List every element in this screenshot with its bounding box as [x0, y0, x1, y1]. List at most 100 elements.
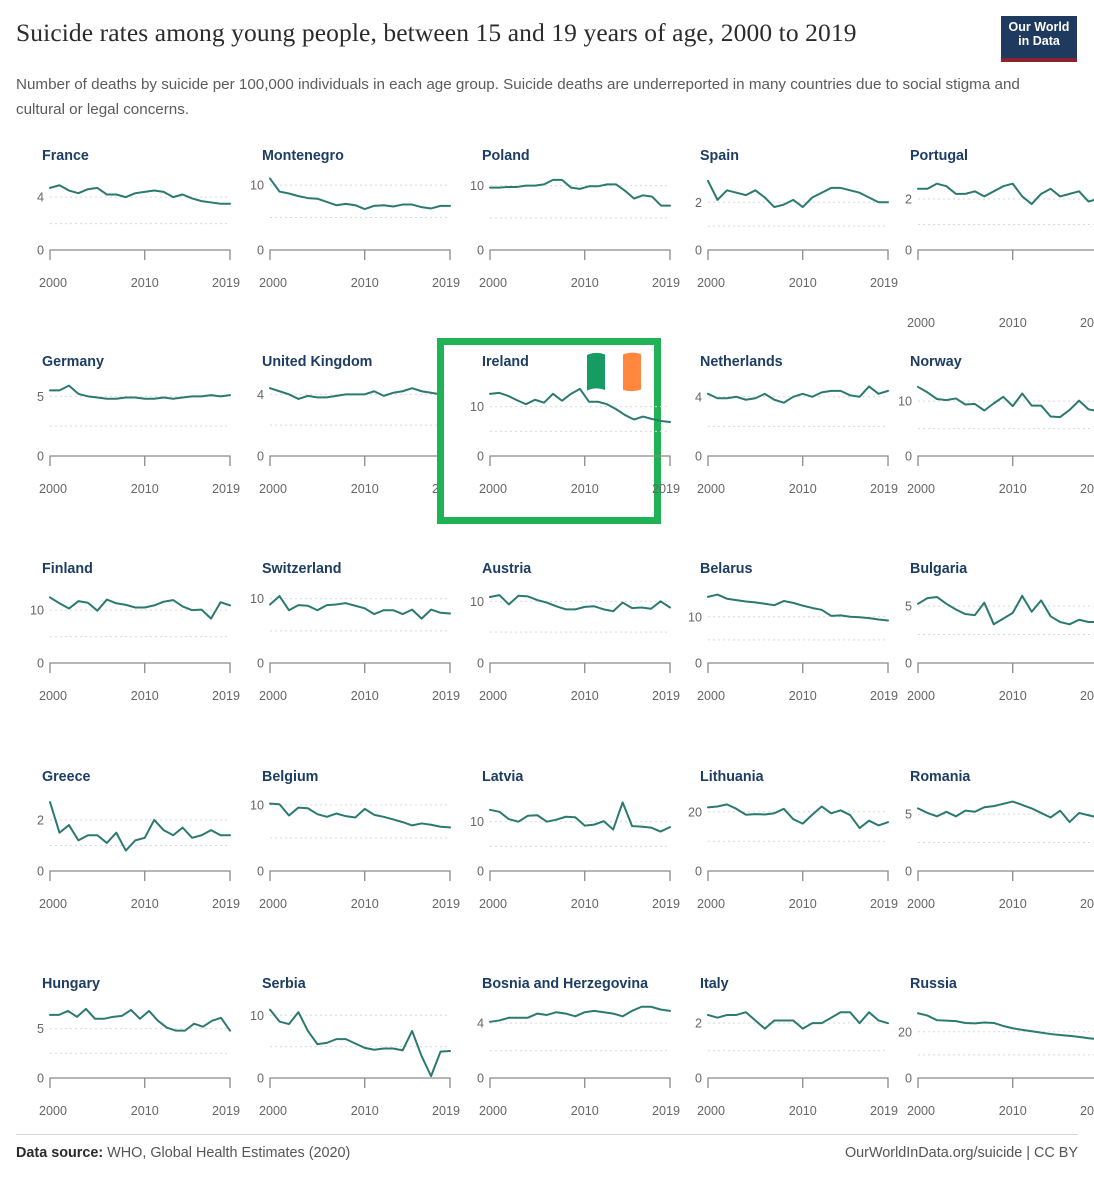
x-tick-label: 2000 — [258, 897, 288, 911]
panel-plot: 20 — [695, 179, 889, 260]
x-axis-labels: 200020102019 — [20, 482, 241, 498]
x-axis-labels: 200020102019 — [20, 276, 241, 292]
x-tick-label: 2019 — [651, 689, 681, 703]
data-source-label: Data source: — [16, 1145, 104, 1161]
y-tick-label: 20 — [688, 805, 702, 819]
x-axis-labels: 200020102019 — [460, 689, 681, 705]
x-tick-label: 2019 — [431, 276, 461, 290]
panel-plot: 10 0 — [250, 592, 451, 673]
panel-title: Greece — [42, 769, 91, 785]
x-tick-label: 2000 — [906, 482, 936, 496]
y-zero-label: 0 — [37, 865, 44, 879]
x-tick-label: 2000 — [696, 1104, 726, 1118]
y-zero-label: 0 — [695, 244, 702, 258]
y-zero-label: 0 — [257, 450, 264, 464]
y-zero-label: 0 — [257, 244, 264, 258]
x-tick-label: 2000 — [906, 897, 936, 911]
y-tick-label: 10 — [898, 395, 912, 409]
x-tick-label: 2000 — [258, 689, 288, 703]
attribution-link[interactable]: OurWorldInData.org/suicide | CC BY — [845, 1145, 1078, 1161]
x-tick-label: 2010 — [570, 689, 599, 703]
x-tick-label: 2019 — [211, 689, 241, 703]
y-zero-label: 0 — [37, 1072, 44, 1086]
x-tick-label: 2010 — [570, 897, 599, 911]
panel-title: Romania — [910, 769, 971, 785]
data-source-value: WHO, Global Health Estimates (2020) — [103, 1145, 351, 1161]
x-tick-label: 2019 — [431, 1104, 461, 1118]
x-axis — [917, 1077, 1094, 1088]
x-axis-labels: 200020102019 — [888, 897, 1094, 913]
x-axis — [49, 249, 231, 260]
x-tick-label: 2010 — [130, 482, 159, 496]
y-zero-label: 0 — [257, 657, 264, 671]
panel-title: Finland — [42, 561, 93, 577]
y-zero-label: 0 — [905, 450, 912, 464]
panel-plot: 10 0 — [470, 178, 671, 260]
y-tick-label: 10 — [30, 604, 44, 618]
y-zero-label: 0 — [37, 244, 44, 258]
x-axis — [489, 662, 671, 673]
y-tick-label: 4 — [257, 388, 264, 402]
x-axis — [917, 870, 1094, 881]
data-source: Data source: WHO, Global Health Estimate… — [16, 1145, 350, 1161]
logo-line-1: Our World — [1008, 20, 1070, 34]
logo-line-2: in Data — [1018, 33, 1060, 48]
panel-plot: 10 0 — [250, 798, 451, 881]
footer-divider — [16, 1134, 1078, 1135]
x-axis — [489, 455, 671, 466]
x-axis-labels: 200020102019 — [240, 276, 461, 292]
x-axis-labels: 200020102019 — [888, 1104, 1094, 1120]
y-tick-label: 4 — [37, 191, 44, 205]
x-axis — [489, 870, 671, 881]
panel-plot: 10 0 — [470, 594, 671, 673]
y-tick-label: 10 — [470, 400, 484, 414]
x-axis-labels: 200020102019 — [20, 1104, 240, 1120]
x-tick-label: 2000 — [696, 689, 726, 703]
panel-title: Serbia — [262, 976, 306, 992]
x-tick-label: 2010 — [998, 316, 1027, 330]
x-axis — [269, 249, 451, 260]
x-tick-label: 2019 — [651, 276, 681, 290]
x-tick-label: 2000 — [906, 689, 936, 703]
x-tick-label: 2010 — [130, 689, 159, 703]
panel-plot: 50 — [905, 594, 1094, 673]
panel-title: Hungary — [42, 976, 100, 992]
y-zero-label: 0 — [477, 865, 484, 879]
x-axis — [707, 870, 889, 881]
owid-logo[interactable]: Our World in Data — [1001, 16, 1077, 62]
panel-title: Russia — [910, 976, 957, 992]
x-tick-label: 2019 — [211, 276, 241, 290]
x-axis-labels: 200020102019 — [888, 316, 1094, 332]
panel-title: Montenegro — [262, 148, 344, 164]
panel-title: Italy — [700, 976, 729, 992]
panel-title: Netherlands — [700, 354, 783, 370]
y-zero-label: 0 — [905, 865, 912, 879]
panel-plot: 20 0 — [898, 1012, 1094, 1088]
panel-plot: 10 0 — [470, 801, 671, 881]
x-tick-label: 2019 — [211, 482, 241, 496]
y-zero-label: 0 — [695, 450, 702, 464]
y-tick-label: 4 — [695, 390, 702, 404]
panel-title: Switzerland — [262, 561, 342, 577]
chart-subtitle: Number of deaths by suicide per 100,000 … — [16, 76, 1020, 118]
x-axis-labels: 200020102019 — [678, 897, 898, 913]
x-tick-label: 2019 — [651, 482, 681, 496]
panel-title: Bosnia and Herzegovina — [482, 976, 649, 992]
x-tick-label: 2000 — [38, 689, 68, 703]
x-axis-labels: 200020102019 — [240, 689, 461, 705]
x-tick-label: 2000 — [906, 1104, 936, 1118]
series-line — [489, 594, 671, 613]
y-zero-label: 0 — [477, 244, 484, 258]
y-tick-label: 4 — [477, 1017, 484, 1031]
y-tick-label: 10 — [250, 1009, 264, 1023]
x-tick-label: 2000 — [478, 482, 508, 496]
x-axis — [489, 1077, 671, 1088]
x-tick-label: 2019 — [869, 276, 899, 290]
x-tick-label: 2019 — [431, 689, 461, 703]
x-axis — [269, 455, 451, 466]
y-zero-label: 0 — [905, 244, 912, 258]
series-line — [707, 179, 889, 209]
series-line — [489, 801, 671, 833]
x-tick-label: 2010 — [130, 897, 159, 911]
series-line — [269, 1008, 451, 1078]
